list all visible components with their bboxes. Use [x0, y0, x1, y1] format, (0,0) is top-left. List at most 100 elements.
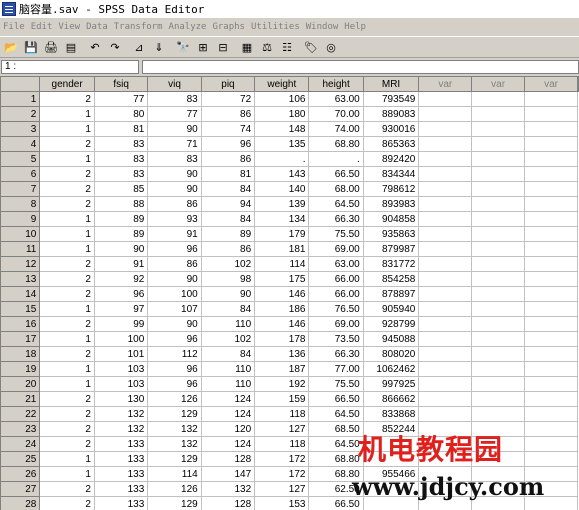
row-number[interactable]: 1: [0, 91, 41, 107]
data-cell[interactable]: 99: [93, 316, 149, 332]
data-cell[interactable]: 1: [39, 226, 95, 242]
data-cell[interactable]: 905940: [362, 301, 420, 317]
data-cell[interactable]: [418, 346, 473, 362]
data-cell[interactable]: 66.00: [308, 271, 364, 287]
data-cell[interactable]: [471, 481, 526, 497]
data-cell[interactable]: [362, 451, 420, 467]
data-cell[interactable]: 2: [39, 271, 95, 287]
data-cell[interactable]: 114: [147, 466, 202, 482]
data-cell[interactable]: 126: [147, 391, 202, 407]
print-icon[interactable]: 🖨: [42, 38, 60, 56]
data-cell[interactable]: [524, 406, 578, 422]
column-header-viq[interactable]: viq: [147, 76, 202, 92]
data-cell[interactable]: 133: [93, 466, 149, 482]
data-cell[interactable]: [418, 196, 473, 212]
data-cell[interactable]: [418, 481, 473, 497]
data-cell[interactable]: [418, 241, 473, 257]
data-cell[interactable]: 132: [200, 481, 256, 497]
data-cell[interactable]: 75.50: [308, 226, 364, 242]
data-cell[interactable]: 93: [147, 211, 202, 227]
data-cell[interactable]: 103: [93, 376, 149, 392]
data-cell[interactable]: [418, 211, 473, 227]
data-cell[interactable]: 90: [147, 121, 202, 137]
data-cell[interactable]: 1: [39, 241, 95, 257]
data-cell[interactable]: 2: [39, 481, 95, 497]
goto-case-icon[interactable]: ⇓: [150, 38, 168, 56]
data-cell[interactable]: 66.00: [308, 286, 364, 302]
data-cell[interactable]: 73.50: [308, 331, 364, 347]
grid-corner[interactable]: [0, 76, 41, 92]
row-number[interactable]: 8: [0, 196, 41, 212]
data-cell[interactable]: 83: [93, 151, 149, 167]
data-cell[interactable]: 83: [147, 91, 202, 107]
data-cell[interactable]: .: [254, 151, 310, 167]
data-cell[interactable]: 1: [39, 211, 95, 227]
data-cell[interactable]: 62.50: [308, 481, 364, 497]
data-cell[interactable]: 101: [93, 346, 149, 362]
row-number[interactable]: 19: [0, 361, 41, 377]
data-cell[interactable]: 2: [39, 496, 95, 510]
data-cell[interactable]: 84: [200, 346, 256, 362]
data-cell[interactable]: 68.80: [308, 466, 364, 482]
data-cell[interactable]: 159: [254, 391, 310, 407]
data-cell[interactable]: [418, 286, 473, 302]
data-cell[interactable]: [471, 331, 526, 347]
data-cell[interactable]: [471, 271, 526, 287]
data-cell[interactable]: [524, 496, 578, 510]
column-header-mri[interactable]: MRI: [362, 76, 420, 92]
data-cell[interactable]: [418, 376, 473, 392]
row-number[interactable]: 22: [0, 406, 41, 422]
column-header-var[interactable]: var: [471, 76, 526, 92]
data-cell[interactable]: 893983: [362, 196, 420, 212]
data-cell[interactable]: 2: [39, 391, 95, 407]
data-cell[interactable]: 129: [147, 496, 202, 510]
data-cell[interactable]: [471, 391, 526, 407]
data-cell[interactable]: 129: [147, 406, 202, 422]
data-cell[interactable]: 798612: [362, 181, 420, 197]
weight-cases-icon[interactable]: ⚖: [258, 38, 276, 56]
data-cell[interactable]: [524, 256, 578, 272]
data-cell[interactable]: 90: [147, 271, 202, 287]
data-cell[interactable]: [418, 496, 473, 510]
data-cell[interactable]: 96: [93, 286, 149, 302]
data-cell[interactable]: [418, 181, 473, 197]
data-cell[interactable]: 81: [200, 166, 256, 182]
data-cell[interactable]: 146: [254, 316, 310, 332]
data-cell[interactable]: 74.00: [308, 121, 364, 137]
data-cell[interactable]: 63.00: [308, 91, 364, 107]
data-cell[interactable]: [471, 166, 526, 182]
data-cell[interactable]: 1: [39, 361, 95, 377]
data-cell[interactable]: 68.00: [308, 181, 364, 197]
data-cell[interactable]: [524, 301, 578, 317]
data-cell[interactable]: 928799: [362, 316, 420, 332]
data-cell[interactable]: [362, 436, 420, 452]
menu-transform[interactable]: Transform: [111, 22, 166, 32]
data-cell[interactable]: 180: [254, 106, 310, 122]
column-header-var[interactable]: var: [524, 76, 578, 92]
data-cell[interactable]: 66.50: [308, 496, 364, 510]
data-cell[interactable]: [524, 271, 578, 287]
data-cell[interactable]: 945088: [362, 331, 420, 347]
row-number[interactable]: 28: [0, 496, 41, 510]
data-cell[interactable]: 175: [254, 271, 310, 287]
column-header-gender[interactable]: gender: [39, 76, 95, 92]
data-cell[interactable]: 102: [200, 256, 256, 272]
data-cell[interactable]: 124: [200, 436, 256, 452]
data-cell[interactable]: [524, 346, 578, 362]
split-file-icon[interactable]: ▦: [238, 38, 256, 56]
data-cell[interactable]: 126: [147, 481, 202, 497]
data-cell[interactable]: 86: [200, 151, 256, 167]
data-cell[interactable]: [524, 151, 578, 167]
row-number[interactable]: 4: [0, 136, 41, 152]
data-cell[interactable]: 100: [93, 331, 149, 347]
data-cell[interactable]: [418, 391, 473, 407]
data-cell[interactable]: 77: [147, 106, 202, 122]
data-cell[interactable]: 64.50: [308, 196, 364, 212]
data-cell[interactable]: 72: [200, 91, 256, 107]
data-cell[interactable]: 91: [147, 226, 202, 242]
data-cell[interactable]: .: [308, 151, 364, 167]
data-cell[interactable]: 834344: [362, 166, 420, 182]
data-cell[interactable]: 90: [147, 316, 202, 332]
data-cell[interactable]: [524, 241, 578, 257]
data-cell[interactable]: 89: [93, 211, 149, 227]
